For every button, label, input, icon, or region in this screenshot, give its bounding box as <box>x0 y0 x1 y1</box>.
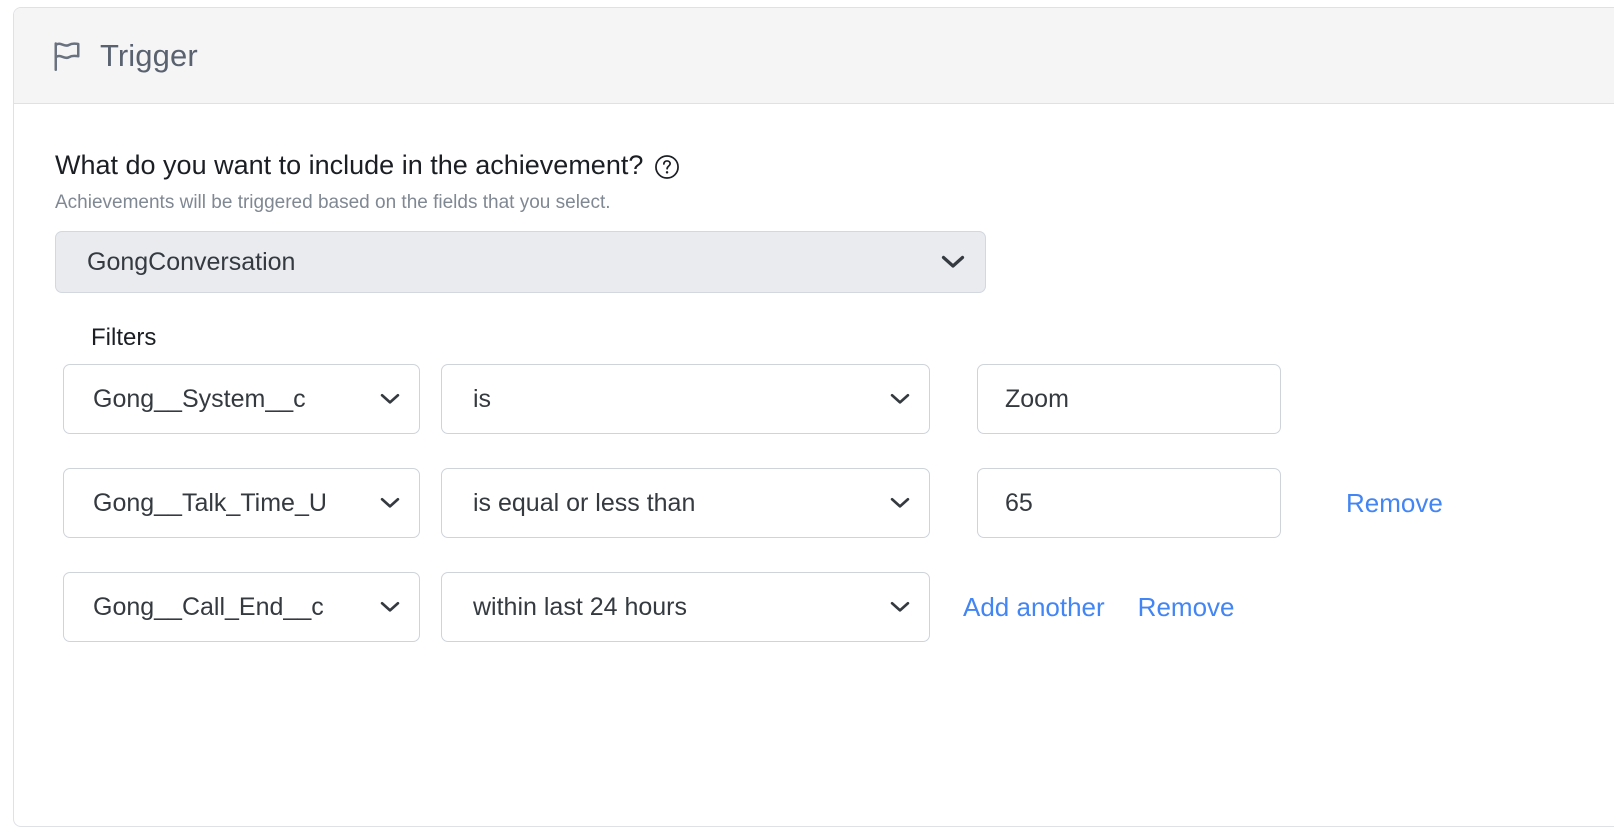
add-another-filter-link[interactable]: Add another <box>963 592 1105 623</box>
filters-list: Gong__System__c is Zoom Gong__Talk_Time_… <box>63 364 1614 643</box>
filters-label: Filters <box>91 324 157 352</box>
filter-field-select[interactable]: Gong__System__c <box>63 364 420 435</box>
filter-value-input[interactable]: Zoom <box>977 364 1281 435</box>
object-select[interactable]: GongConversation <box>55 231 986 294</box>
card-body: What do you want to include in the achie… <box>14 104 1614 643</box>
page-title: What do you want to include in the achie… <box>55 150 644 180</box>
question-subtext: Achievements will be triggered based on … <box>55 192 611 214</box>
filter-row: Gong__System__c is Zoom <box>63 364 1614 435</box>
filter-field-value: Gong__System__c <box>93 384 306 413</box>
chevron-down-icon <box>941 255 965 268</box>
filter-value-input[interactable]: 65 <box>977 468 1281 539</box>
filter-operator-value: is equal or less than <box>473 488 696 517</box>
help-circle-icon[interactable] <box>654 154 680 180</box>
filter-row: Gong__Call_End__c within last 24 hours A… <box>63 572 1614 643</box>
card-title: Trigger <box>100 37 198 73</box>
filter-value-text: Zoom <box>1005 384 1069 413</box>
filter-operator-select[interactable]: is <box>441 364 930 435</box>
filter-value-text: 65 <box>1005 488 1033 517</box>
filter-operator-value: is <box>473 384 492 413</box>
filter-field-select[interactable]: Gong__Call_End__c <box>63 572 420 643</box>
chevron-down-icon <box>890 497 910 508</box>
remove-filter-link[interactable]: Remove <box>1138 592 1235 623</box>
filter-field-value: Gong__Call_End__c <box>93 592 324 621</box>
remove-filter-link[interactable]: Remove <box>1346 488 1443 519</box>
filter-row: Gong__Talk_Time_U is equal or less than … <box>63 468 1614 539</box>
chevron-down-icon <box>380 601 400 612</box>
card-header: Trigger <box>14 8 1614 104</box>
chevron-down-icon <box>380 497 400 508</box>
filter-row-actions: Remove <box>1346 488 1443 519</box>
filter-field-select[interactable]: Gong__Talk_Time_U <box>63 468 420 539</box>
chevron-down-icon <box>890 393 910 404</box>
object-select-value: GongConversation <box>87 247 296 276</box>
chevron-down-icon <box>890 601 910 612</box>
trigger-card: Trigger What do you want to include in t… <box>13 7 1614 827</box>
filter-operator-select[interactable]: within last 24 hours <box>441 572 930 643</box>
filter-row-actions: Add another Remove <box>963 592 1235 623</box>
flag-icon <box>54 41 80 71</box>
question-row: What do you want to include in the achie… <box>55 150 1614 181</box>
filter-operator-value: within last 24 hours <box>473 592 688 621</box>
filter-operator-select[interactable]: is equal or less than <box>441 468 930 539</box>
chevron-down-icon <box>380 393 400 404</box>
filter-field-value: Gong__Talk_Time_U <box>93 488 327 517</box>
